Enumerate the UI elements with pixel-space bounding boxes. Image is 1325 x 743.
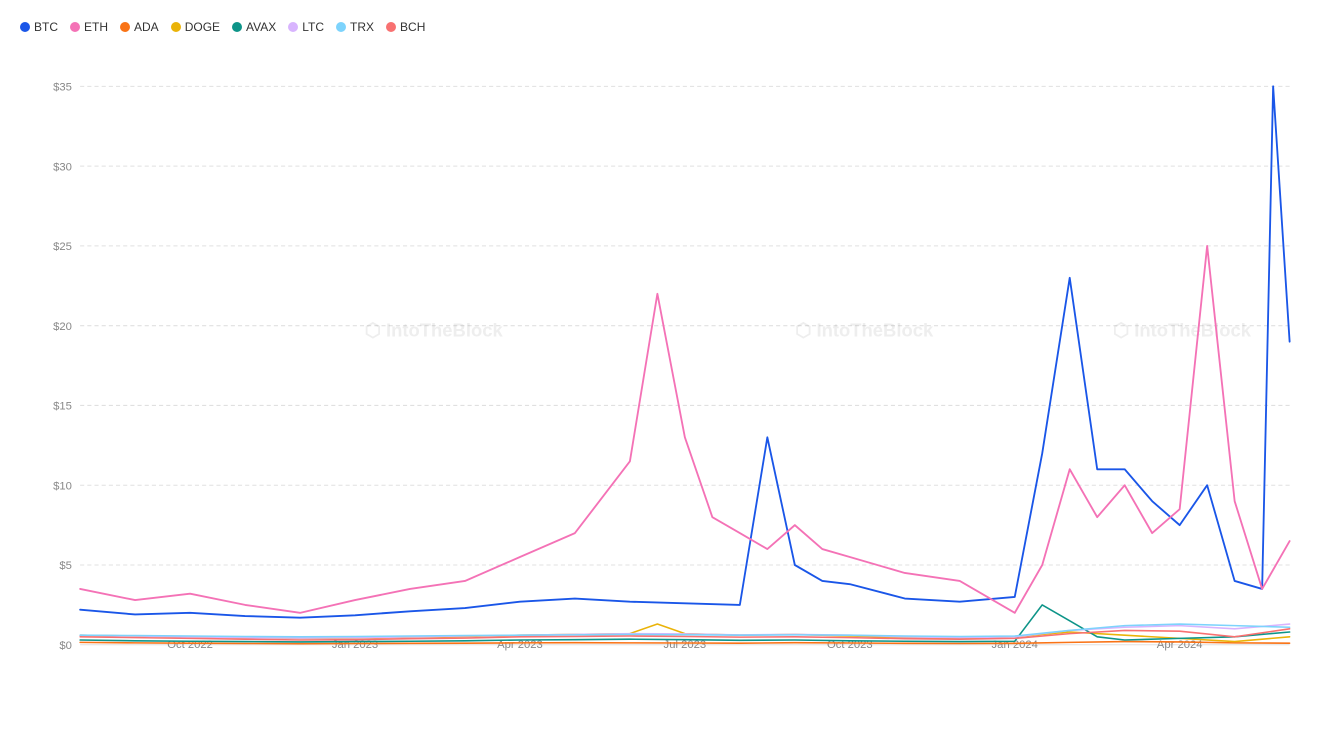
legend-item-eth[interactable]: ETH (70, 20, 108, 34)
chart-svg: $5$10$15$20$25$30$35$0Oct 2022Jan 2023Ap… (75, 44, 1305, 650)
svg-text:$25: $25 (53, 241, 72, 253)
svg-text:$15: $15 (53, 401, 72, 413)
legend-item-btc[interactable]: BTC (20, 20, 58, 34)
svg-text:$35: $35 (53, 81, 72, 93)
svg-text:$30: $30 (53, 161, 72, 173)
svg-text:⬡ IntoTheBlock: ⬡ IntoTheBlock (795, 319, 934, 340)
legend-item-trx[interactable]: TRX (336, 20, 374, 34)
svg-text:Jul 2023: Jul 2023 (664, 639, 707, 651)
legend-dot-ada (120, 22, 130, 32)
legend-item-bch[interactable]: BCH (386, 20, 425, 34)
legend-dot-avax (232, 22, 242, 32)
svg-text:⬡ IntoTheBlock: ⬡ IntoTheBlock (365, 319, 504, 340)
svg-text:Apr 2024: Apr 2024 (1157, 639, 1203, 651)
svg-text:⬡ IntoTheBlock: ⬡ IntoTheBlock (1113, 319, 1252, 340)
svg-text:$20: $20 (53, 321, 72, 333)
legend-item-avax[interactable]: AVAX (232, 20, 276, 34)
legend-label-ltc: LTC (302, 20, 324, 34)
legend: BTC ETH ADA DOGE AVAX LTC TRX BCH (20, 20, 1305, 34)
legend-dot-trx (336, 22, 346, 32)
svg-text:Jan 2023: Jan 2023 (332, 639, 378, 651)
legend-dot-ltc (288, 22, 298, 32)
legend-label-avax: AVAX (246, 20, 276, 34)
legend-dot-eth (70, 22, 80, 32)
legend-label-btc: BTC (34, 20, 58, 34)
legend-dot-bch (386, 22, 396, 32)
svg-text:$10: $10 (53, 480, 72, 492)
legend-item-ltc[interactable]: LTC (288, 20, 324, 34)
legend-item-doge[interactable]: DOGE (171, 20, 220, 34)
legend-label-eth: ETH (84, 20, 108, 34)
legend-dot-btc (20, 22, 30, 32)
legend-dot-doge (171, 22, 181, 32)
svg-text:$0: $0 (59, 640, 72, 652)
legend-label-doge: DOGE (185, 20, 220, 34)
legend-label-bch: BCH (400, 20, 425, 34)
chart-container: BTCETHADADOGEAVAXLTCTRXBCH $5$10$15$20$2… (0, 0, 1325, 743)
legend-label-trx: TRX (350, 20, 374, 34)
svg-text:$5: $5 (59, 560, 72, 572)
legend-item-ada[interactable]: ADA (120, 20, 159, 34)
legend-label-ada: ADA (134, 20, 159, 34)
